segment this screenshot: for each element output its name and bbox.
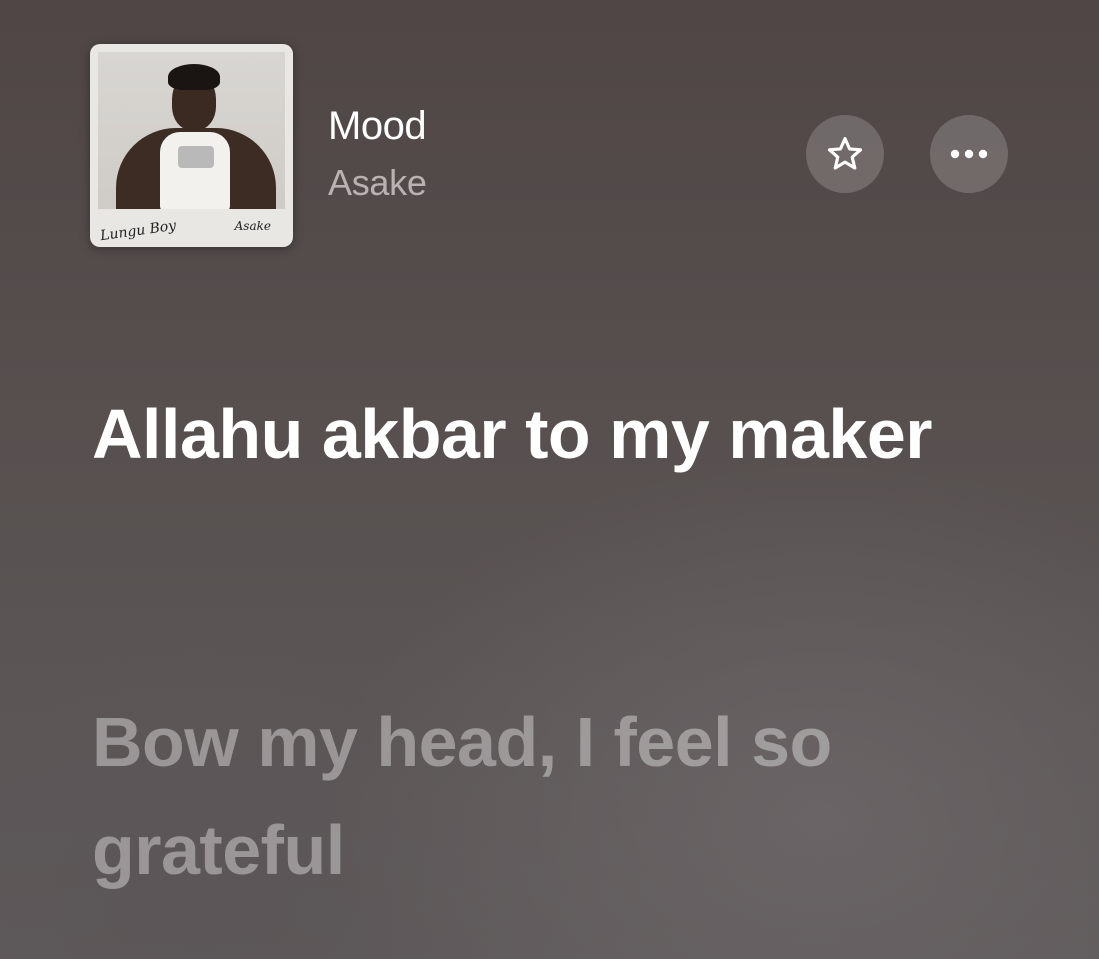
more-options-button[interactable] bbox=[930, 115, 1008, 193]
album-artwork[interactable]: Lungu Boy Asake bbox=[90, 44, 293, 247]
song-artist[interactable]: Asake bbox=[328, 162, 427, 204]
artwork-figure-vest bbox=[160, 132, 230, 209]
song-title[interactable]: Mood bbox=[328, 104, 427, 149]
artwork-photo bbox=[98, 52, 285, 209]
ellipsis-icon bbox=[950, 149, 988, 159]
artwork-chain bbox=[178, 146, 214, 168]
favorite-button[interactable] bbox=[806, 115, 884, 193]
current-lyric-line[interactable]: Allahu akbar to my maker bbox=[92, 380, 992, 488]
artwork-signature-left: Lungu Boy bbox=[99, 217, 178, 245]
artwork-figure-hair bbox=[168, 64, 220, 90]
star-icon bbox=[827, 137, 863, 170]
next-lyric-line[interactable]: Bow my head, I feel so grateful bbox=[92, 688, 992, 904]
artwork-signature-right: Asake bbox=[234, 219, 271, 233]
